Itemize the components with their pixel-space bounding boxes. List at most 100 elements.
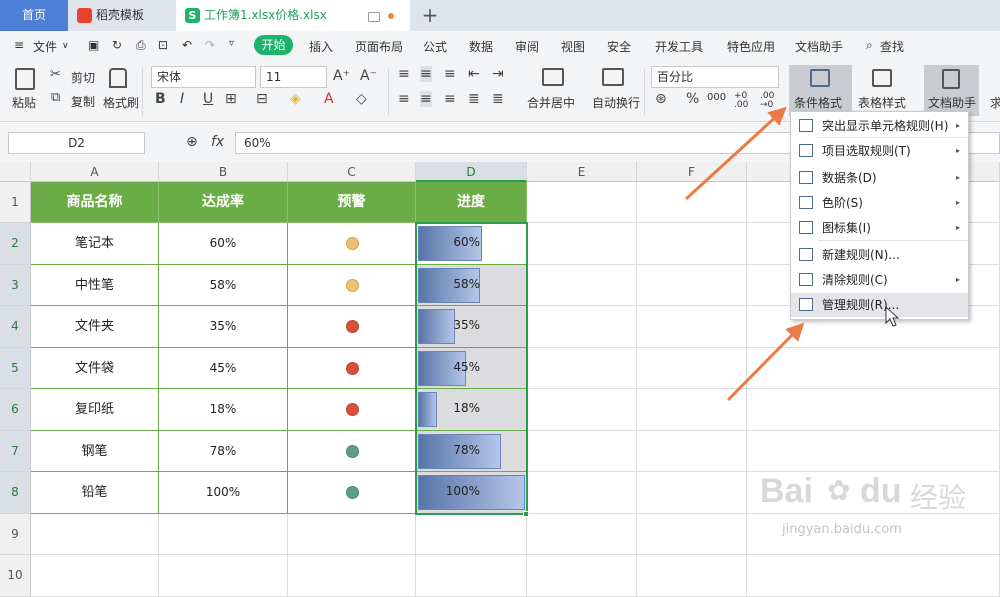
currency-icon[interactable]: ⊛ <box>655 91 667 107</box>
search-icon[interactable]: ⌕ <box>866 38 873 53</box>
align-right-icon[interactable]: ≡ <box>444 91 456 107</box>
progress-cell[interactable]: 45% <box>416 347 527 389</box>
redo-icon[interactable]: ↷ <box>205 38 215 52</box>
menu-item-rule[interactable]: 新建规则(N)... <box>791 243 968 267</box>
product-name-cell[interactable]: 钢笔 <box>31 430 159 472</box>
save-icon[interactable]: ▣ <box>88 38 99 52</box>
column-header[interactable]: F <box>637 162 747 182</box>
rate-cell[interactable]: 18% <box>159 389 288 431</box>
empty-cell[interactable] <box>288 513 416 555</box>
indent-decrease-icon[interactable]: ⇤ <box>468 66 480 82</box>
warning-cell[interactable] <box>288 264 416 306</box>
row-header[interactable]: 6 <box>0 389 31 431</box>
row-header[interactable]: 1 <box>0 182 31 223</box>
wrap-text-icon[interactable] <box>602 68 624 86</box>
number-format-select[interactable]: 百分比 <box>651 66 779 88</box>
rate-cell[interactable]: 58% <box>159 264 288 306</box>
table-header-cell[interactable]: 进度 <box>416 182 527 223</box>
paste-button[interactable]: 粘贴 <box>12 94 36 111</box>
progress-cell[interactable]: 58% <box>416 264 527 306</box>
menu-item-rule[interactable]: 图标集(I) ▸ <box>791 216 968 240</box>
align-left-icon[interactable]: ≡ <box>398 91 410 107</box>
fill-color-icon[interactable]: ◈ <box>290 91 301 107</box>
copy-button[interactable]: 复制 <box>71 93 95 110</box>
zoom-icon[interactable]: ⊕ <box>186 134 198 150</box>
empty-cell[interactable] <box>31 555 159 597</box>
menu-security[interactable]: 安全 <box>607 38 631 55</box>
merge-center-icon[interactable] <box>542 68 564 86</box>
font-name-select[interactable]: 宋体 <box>151 66 256 88</box>
rate-cell[interactable]: 78% <box>159 430 288 472</box>
cut-icon[interactable]: ✂ <box>50 67 61 82</box>
column-header[interactable]: E <box>527 162 637 182</box>
row-header[interactable]: 9 <box>0 513 31 555</box>
row-header[interactable]: 2 <box>0 223 31 265</box>
progress-cell[interactable]: 35% <box>416 306 527 348</box>
wrap-text-button[interactable]: 自动换行 <box>592 94 640 111</box>
empty-cell[interactable] <box>637 430 747 472</box>
column-header[interactable]: A <box>31 162 159 182</box>
empty-cell[interactable] <box>637 513 747 555</box>
empty-cell[interactable] <box>747 555 1000 597</box>
menu-item-rule[interactable]: 管理规则(R)... <box>791 293 968 317</box>
empty-cell[interactable] <box>416 555 527 597</box>
row-header[interactable]: 7 <box>0 430 31 472</box>
column-header[interactable]: B <box>159 162 288 182</box>
product-name-cell[interactable]: 中性笔 <box>31 264 159 306</box>
align-middle-icon[interactable]: ≡ <box>420 66 432 82</box>
empty-cell[interactable] <box>527 223 637 265</box>
increase-font-icon[interactable]: A⁺ <box>333 68 350 84</box>
copy-icon[interactable]: ⧉ <box>51 90 60 105</box>
name-box[interactable]: D2 <box>8 132 145 154</box>
menu-item-rule[interactable]: 项目选取规则(T) ▸ <box>791 139 968 163</box>
conditional-format-button[interactable]: 条件格式 <box>789 65 852 116</box>
customize-icon[interactable]: ▿ <box>229 38 234 49</box>
align-top-icon[interactable]: ≡ <box>398 66 410 82</box>
warning-cell[interactable] <box>288 306 416 348</box>
tab-home[interactable]: 首页 <box>0 0 68 31</box>
empty-cell[interactable] <box>527 306 637 348</box>
decrease-decimal-button[interactable]: .00 →0 <box>760 92 782 110</box>
menu-review[interactable]: 审阅 <box>515 38 539 55</box>
thousands-button[interactable]: 000 <box>707 92 726 103</box>
menu-view[interactable]: 视图 <box>561 38 585 55</box>
menu-start[interactable]: 开始 <box>254 35 293 55</box>
align-bottom-icon[interactable]: ≡ <box>444 66 456 82</box>
menu-insert[interactable]: 插入 <box>309 38 333 55</box>
row-header[interactable]: 8 <box>0 472 31 514</box>
cell-style-icon[interactable]: ⊟ <box>256 91 268 107</box>
underline-button[interactable]: U <box>203 91 213 107</box>
progress-cell[interactable]: 60% <box>416 223 527 265</box>
warning-cell[interactable] <box>288 472 416 514</box>
product-name-cell[interactable]: 铅笔 <box>31 472 159 514</box>
clear-icon[interactable]: ◇ <box>356 91 367 107</box>
rate-cell[interactable]: 35% <box>159 306 288 348</box>
empty-cell[interactable] <box>637 306 747 348</box>
empty-cell[interactable] <box>288 555 416 597</box>
table-style-icon[interactable] <box>872 69 892 87</box>
empty-cell[interactable] <box>527 389 637 431</box>
distribute-icon[interactable]: ≣ <box>492 91 504 107</box>
progress-cell[interactable]: 78% <box>416 430 527 472</box>
warning-cell[interactable] <box>288 389 416 431</box>
menu-special-apps[interactable]: 特色应用 <box>727 38 775 55</box>
progress-cell[interactable]: 100% <box>416 472 527 514</box>
increase-decimal-button[interactable]: +0 .00 <box>734 92 756 110</box>
paste-icon[interactable] <box>15 68 35 90</box>
empty-cell[interactable] <box>527 264 637 306</box>
rate-cell[interactable]: 100% <box>159 472 288 514</box>
decrease-font-icon[interactable]: A⁻ <box>360 68 377 84</box>
product-name-cell[interactable]: 复印纸 <box>31 389 159 431</box>
print-icon[interactable]: ⎙ <box>136 38 146 53</box>
window-icon[interactable] <box>368 12 380 22</box>
product-name-cell[interactable]: 文件袋 <box>31 347 159 389</box>
column-header[interactable]: C <box>288 162 416 182</box>
menu-item-rule[interactable]: 突出显示单元格规则(H) ▸ <box>791 114 968 138</box>
align-center-icon[interactable]: ≡ <box>420 91 432 107</box>
menu-page-layout[interactable]: 页面布局 <box>355 38 403 55</box>
empty-cell[interactable] <box>747 430 1000 472</box>
empty-cell[interactable] <box>31 513 159 555</box>
empty-cell[interactable] <box>159 513 288 555</box>
font-color-icon[interactable]: A <box>324 91 334 107</box>
product-name-cell[interactable]: 文件夹 <box>31 306 159 348</box>
